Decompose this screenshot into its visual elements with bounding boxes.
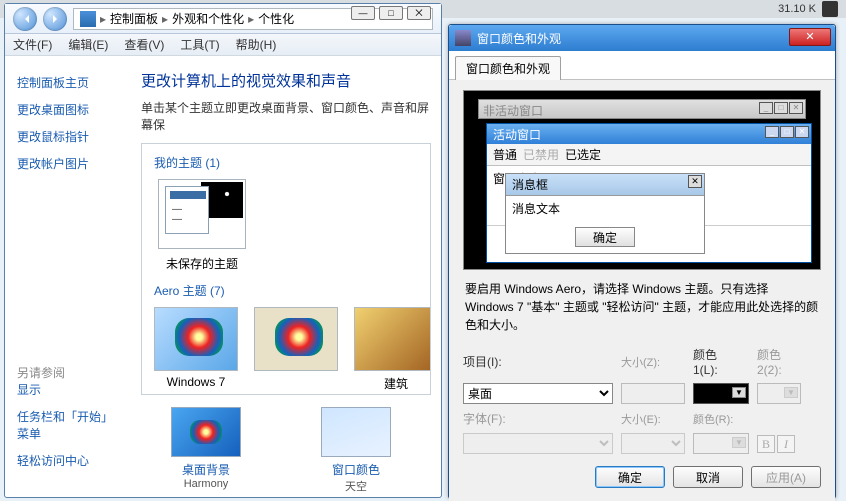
- tab-window-color[interactable]: 窗口颜色和外观: [455, 56, 561, 80]
- menu-file[interactable]: 文件(F): [13, 36, 52, 53]
- window-color-icon: [321, 407, 391, 457]
- minimize-button[interactable]: —: [351, 6, 375, 20]
- theme-item-aero2[interactable]: [254, 307, 338, 392]
- cancel-button[interactable]: 取消: [673, 466, 743, 488]
- theme-item-windows7[interactable]: Windows 7: [154, 307, 238, 392]
- sidebar-home[interactable]: 控制面板主页: [17, 74, 123, 91]
- tray-bird-icon[interactable]: [822, 1, 838, 17]
- font-size-select: [621, 433, 685, 454]
- close-button[interactable]: ⨉: [407, 6, 431, 20]
- sidebar-also-heading: 另请参阅: [17, 364, 123, 381]
- control-panel-icon: [80, 11, 96, 27]
- sidebar-mouse-pointers[interactable]: 更改鼠标指针: [17, 128, 123, 145]
- preview-menu: 普通已禁用已选定: [487, 144, 811, 166]
- preview-inactive-window[interactable]: 非活动窗口 _□✕: [478, 99, 806, 119]
- menu-bar: 文件(F) 编辑(E) 查看(V) 工具(T) 帮助(H): [5, 34, 441, 56]
- tab-strip: 窗口颜色和外观: [449, 51, 835, 80]
- menu-tools[interactable]: 工具(T): [180, 36, 219, 53]
- aero-hint-text: 要启用 Windows Aero，请选择 Windows 主题。只有选择 Win…: [465, 280, 819, 334]
- size-label: 大小(Z):: [621, 354, 685, 370]
- item-size-stepper: [621, 383, 685, 404]
- aero-themes-heading: Aero 主题 (7): [154, 282, 418, 299]
- bold-italic-buttons: BI: [757, 435, 801, 453]
- font-color-picker: [693, 433, 749, 454]
- page-description: 单击某个主题立即更改桌面背景、窗口颜色、声音和屏幕保: [141, 99, 431, 133]
- preview-active-window[interactable]: 活动窗口 _□✕ 普通已禁用已选定 窗口文本 消息框✕ 消息文本 确定: [486, 123, 812, 263]
- my-themes-heading: 我的主题 (1): [154, 154, 418, 171]
- nav-forward-button[interactable]: [43, 7, 67, 31]
- control-panel-window: — □ ⨉ ▸ 控制面板 ▸ 外观和个性化 ▸ 个性化 文件(F) 编辑(E) …: [4, 3, 442, 498]
- item-label: 项目(I):: [463, 353, 613, 370]
- theme-thumb: [154, 307, 238, 371]
- font-label: 字体(F):: [463, 410, 613, 427]
- link-window-color[interactable]: 窗口颜色 天空: [321, 407, 391, 494]
- preview-area[interactable]: 非活动窗口 _□✕ 活动窗口 _□✕ 普通已禁用已选定 窗口文本 消息框✕ 消息…: [463, 90, 821, 270]
- color2-picker: [757, 383, 801, 404]
- dialog-title: 窗口颜色和外观: [477, 30, 561, 47]
- preview-message-box[interactable]: 消息框✕ 消息文本 确定: [505, 173, 705, 254]
- color-appearance-dialog: 窗口颜色和外观 ✕ 窗口颜色和外观 非活动窗口 _□✕ 活动窗口 _□✕ 普通已…: [448, 24, 836, 499]
- dialog-titlebar[interactable]: 窗口颜色和外观 ✕: [449, 25, 835, 51]
- status-size: 31.10 K: [778, 3, 816, 15]
- maximize-button[interactable]: □: [379, 6, 403, 20]
- dialog-close-button[interactable]: ✕: [789, 28, 831, 46]
- themes-listbox[interactable]: 我的主题 (1) 未保存的主题 Aero 主题 (7) Windows 7: [141, 143, 431, 395]
- sidebar-account-picture[interactable]: 更改帐户图片: [17, 155, 123, 172]
- theme-item-unsaved[interactable]: 未保存的主题: [154, 179, 250, 272]
- menu-help[interactable]: 帮助(H): [236, 36, 277, 53]
- crumb-personalization[interactable]: 个性化: [258, 10, 294, 27]
- theme-thumb: [354, 307, 431, 371]
- sidebar-ease-of-access[interactable]: 轻松访问中心: [17, 452, 123, 469]
- item-row: 项目(I): 大小(Z): 颜色1(L): 颜色2(2): 桌面: [463, 346, 821, 404]
- theme-item-architecture[interactable]: 建筑: [354, 307, 431, 392]
- theme-thumb: [254, 307, 338, 371]
- sidebar-desktop-icons[interactable]: 更改桌面图标: [17, 101, 123, 118]
- apply-button[interactable]: 应用(A): [751, 466, 821, 488]
- link-desktop-background[interactable]: 桌面背景 Harmony: [171, 407, 241, 494]
- theme-label: Windows 7: [154, 375, 238, 389]
- dialog-buttons: 确定 取消 应用(A): [595, 466, 821, 488]
- dialog-icon: [455, 30, 471, 46]
- menu-view[interactable]: 查看(V): [124, 36, 164, 53]
- font-color-label: 颜色(R):: [693, 411, 749, 427]
- sidebar-display[interactable]: 显示: [17, 381, 123, 398]
- color1-picker[interactable]: [693, 383, 749, 404]
- preview-ok-button[interactable]: 确定: [575, 227, 635, 247]
- item-select[interactable]: 桌面: [463, 383, 613, 404]
- page-title: 更改计算机上的视觉效果和声音: [141, 70, 431, 91]
- window-controls: — □ ⨉: [351, 6, 431, 20]
- menu-edit[interactable]: 编辑(E): [68, 36, 108, 53]
- crumb-appearance[interactable]: 外观和个性化: [172, 10, 244, 27]
- sidebar: 控制面板主页 更改桌面图标 更改鼠标指针 更改帐户图片 另请参阅 显示 任务栏和…: [5, 56, 135, 497]
- theme-label: 未保存的主题: [154, 255, 250, 272]
- desktop-background-icon: [171, 407, 241, 457]
- font-select: [463, 433, 613, 454]
- ok-button[interactable]: 确定: [595, 466, 665, 488]
- main-content: 更改计算机上的视觉效果和声音 单击某个主题立即更改桌面背景、窗口颜色、声音和屏幕…: [135, 56, 441, 497]
- nav-back-button[interactable]: [13, 7, 37, 31]
- crumb-control-panel[interactable]: 控制面板: [110, 10, 158, 27]
- theme-label: 建筑: [354, 375, 431, 392]
- theme-thumb: [158, 179, 246, 249]
- sidebar-taskbar[interactable]: 任务栏和「开始」菜单: [17, 408, 123, 442]
- font-size-label: 大小(E):: [621, 411, 685, 427]
- font-row: 字体(F): 大小(E): 颜色(R): BI: [463, 410, 821, 454]
